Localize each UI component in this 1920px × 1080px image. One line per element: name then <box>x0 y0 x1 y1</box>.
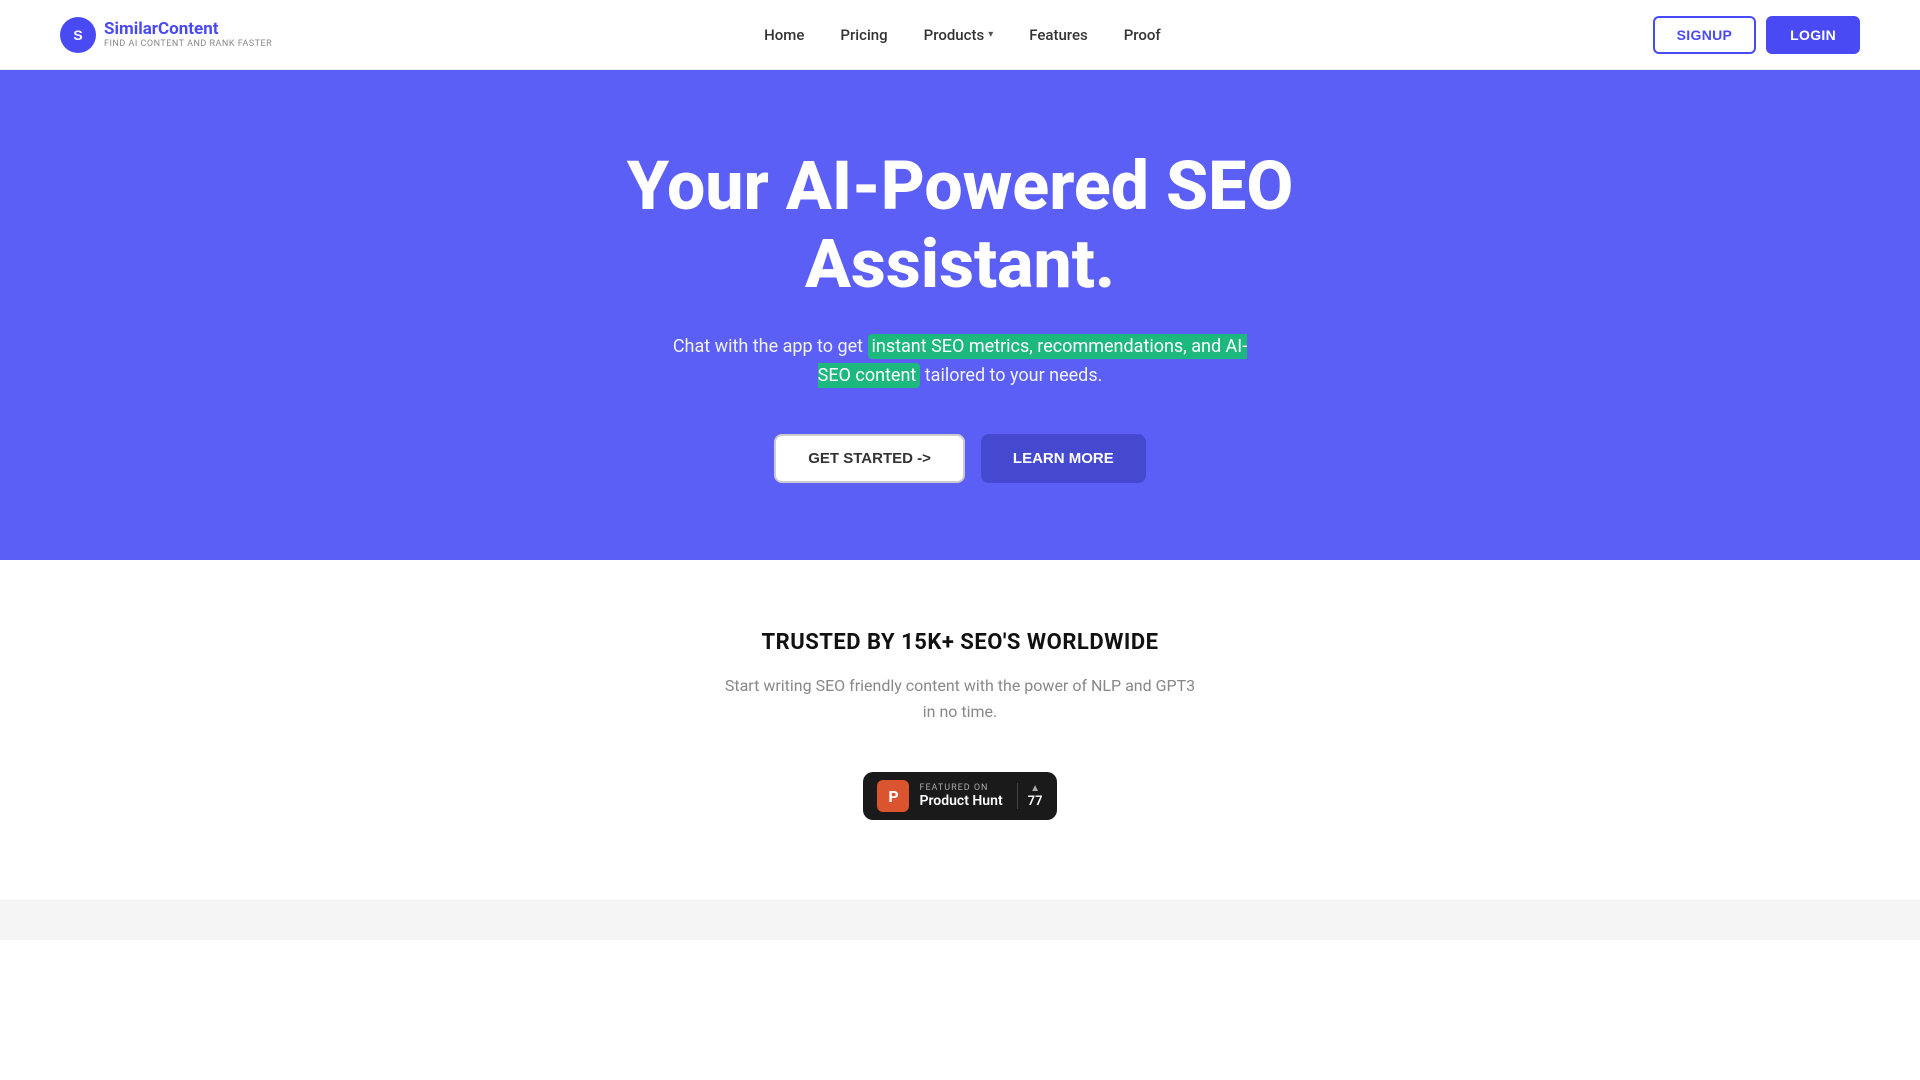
chevron-down-icon: ▾ <box>988 29 993 40</box>
hero-subtitle: Chat with the app to get instant SEO met… <box>660 333 1260 391</box>
signup-button[interactable]: SIGNUP <box>1653 16 1756 54</box>
nav-link-home[interactable]: Home <box>764 26 804 44</box>
trusted-desc-text: Start writing SEO friendly content with … <box>725 676 1195 721</box>
hero-buttons: GET STARTED -> LEARN MORE <box>774 434 1146 483</box>
product-hunt-logo: P <box>877 780 909 812</box>
bottom-bar <box>0 900 1920 940</box>
vote-count: 77 <box>1028 794 1043 809</box>
product-hunt-badge[interactable]: P FEATURED ON Product Hunt ▲ 77 <box>863 772 1056 820</box>
nav-item-features[interactable]: Features <box>1029 25 1087 44</box>
trusted-description: Start writing SEO friendly content with … <box>725 673 1195 724</box>
hero-subtitle-before: Chat with the app to get <box>673 336 868 357</box>
product-hunt-text: FEATURED ON Product Hunt <box>919 783 1002 809</box>
logo-icon: S <box>60 17 96 53</box>
trusted-section: TRUSTED BY 15K+ SEO'S WORLDWIDE Start wr… <box>0 560 1920 900</box>
nav-link-proof[interactable]: Proof <box>1124 26 1161 44</box>
trusted-title: TRUSTED BY 15K+ SEO'S WORLDWIDE <box>762 630 1159 655</box>
nav-item-home[interactable]: Home <box>764 25 804 44</box>
hero-title: Your AI-Powered SEO Assistant. <box>610 147 1310 303</box>
product-hunt-name: Product Hunt <box>919 793 1002 809</box>
navbar: S SimilarContent FIND AI CONTENT AND RAN… <box>0 0 1920 70</box>
product-hunt-votes: ▲ 77 <box>1017 783 1043 809</box>
hero-subtitle-after: tailored to your needs. <box>920 365 1102 386</box>
upvote-arrow-icon: ▲ <box>1030 783 1040 794</box>
logo-brand: SimilarContent <box>104 20 272 39</box>
logo-sub: FIND AI CONTENT AND RANK FASTER <box>104 39 272 49</box>
nav-link-products[interactable]: Products <box>924 26 985 44</box>
nav-products-dropdown[interactable]: Products ▾ <box>924 26 994 44</box>
logo-text: SimilarContent FIND AI CONTENT AND RANK … <box>104 20 272 49</box>
nav-link-features[interactable]: Features <box>1029 26 1087 44</box>
learn-more-button[interactable]: LEARN MORE <box>981 434 1146 483</box>
login-button[interactable]: LOGIN <box>1766 16 1860 54</box>
get-started-button[interactable]: GET STARTED -> <box>774 434 965 483</box>
svg-text:S: S <box>73 27 82 43</box>
nav-item-proof[interactable]: Proof <box>1124 25 1161 44</box>
nav-links: Home Pricing Products ▾ Features Proof <box>764 25 1161 44</box>
nav-item-products[interactable]: Products ▾ <box>924 26 994 44</box>
hero-section: Your AI-Powered SEO Assistant. Chat with… <box>0 70 1920 560</box>
nav-item-pricing[interactable]: Pricing <box>840 25 887 44</box>
product-hunt-featured-on: FEATURED ON <box>919 783 988 793</box>
nav-actions: SIGNUP LOGIN <box>1653 16 1860 54</box>
logo: S SimilarContent FIND AI CONTENT AND RAN… <box>60 17 272 53</box>
nav-link-pricing[interactable]: Pricing <box>840 26 887 44</box>
